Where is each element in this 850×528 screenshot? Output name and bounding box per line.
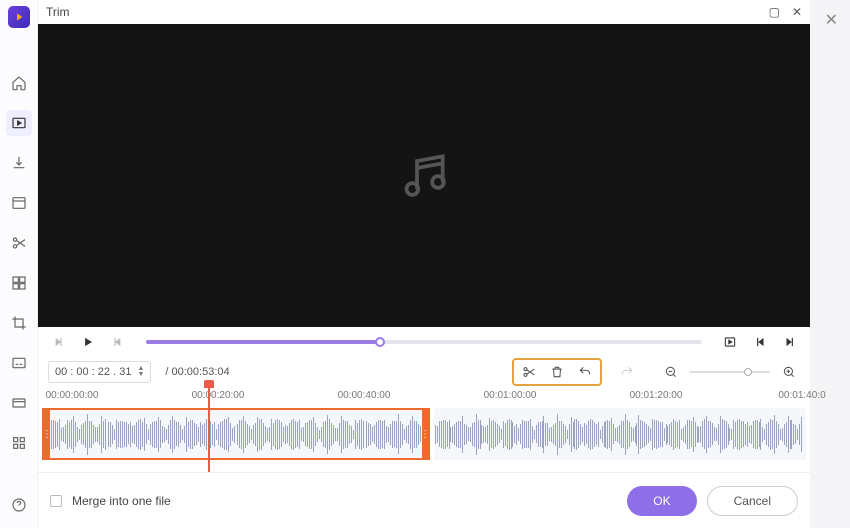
music-note-icon: [396, 147, 452, 203]
window-maximize-icon[interactable]: ▢: [769, 5, 780, 19]
duration-label: / 00:00:53:04: [165, 366, 229, 378]
ruler-tick: 00:01:00:00: [484, 390, 537, 401]
sidebar-subtitle-icon[interactable]: [6, 350, 32, 376]
current-time-value: 00 : 00 : 22 . 31: [55, 366, 131, 378]
play-button[interactable]: [78, 332, 98, 352]
cut-button[interactable]: [518, 362, 540, 382]
sidebar-download-icon[interactable]: [6, 150, 32, 176]
dialog-title: Trim: [46, 5, 70, 19]
sidebar-converter-icon[interactable]: [6, 110, 32, 136]
current-time-input[interactable]: 00 : 00 : 22 . 31 ▲▼: [48, 361, 151, 383]
trim-dialog: Trim ▢ ✕: [38, 0, 810, 528]
skip-back-button[interactable]: [750, 332, 770, 352]
sidebar-trim-icon[interactable]: [6, 230, 32, 256]
sidebar-home-icon[interactable]: [6, 70, 32, 96]
time-spinner[interactable]: ▲▼: [137, 366, 144, 378]
timeline[interactable]: [38, 408, 810, 472]
sidebar-effects-icon[interactable]: [6, 390, 32, 416]
playhead[interactable]: [208, 386, 210, 472]
ruler-tick: 00:00:00:00: [46, 390, 99, 401]
sidebar-help-icon[interactable]: [6, 492, 32, 518]
waveform: [44, 410, 428, 458]
redo-button[interactable]: [616, 362, 638, 382]
waveform: [434, 408, 806, 460]
zoom-in-button[interactable]: [778, 362, 800, 382]
goto-out-button[interactable]: [720, 332, 740, 352]
segment-selected[interactable]: [42, 408, 430, 460]
skip-forward-button[interactable]: [780, 332, 800, 352]
outer-close-icon[interactable]: ✕: [825, 10, 838, 30]
sidebar-toolbox-icon[interactable]: [6, 430, 32, 456]
sidebar-merge-icon[interactable]: [6, 270, 32, 296]
progress-slider[interactable]: [146, 340, 702, 344]
window-close-icon[interactable]: ✕: [792, 5, 802, 19]
ruler-tick: 00:01:20:00: [630, 390, 683, 401]
app-sidebar: [0, 0, 38, 528]
time-toolbar: 00 : 00 : 22 . 31 ▲▼ / 00:00:53:04: [38, 357, 810, 387]
sidebar-crop-icon[interactable]: [6, 310, 32, 336]
ruler-tick: 00:00:20:00: [192, 390, 245, 401]
delete-button[interactable]: [546, 362, 568, 382]
zoom-out-button[interactable]: [660, 362, 682, 382]
dialog-titlebar: Trim ▢ ✕: [38, 0, 810, 24]
app-logo: [8, 6, 30, 28]
ok-button[interactable]: OK: [627, 486, 696, 516]
timeline-ruler: 00:00:00:00 00:00:20:00 00:00:40:00 00:0…: [38, 387, 810, 409]
sidebar-compress-icon[interactable]: [6, 190, 32, 216]
next-frame-button[interactable]: [108, 332, 128, 352]
merge-checkbox[interactable]: [50, 495, 62, 507]
ruler-tick: 00:01:40:0: [778, 390, 825, 401]
undo-button[interactable]: [574, 362, 596, 382]
edit-tool-group: [512, 358, 602, 386]
dialog-footer: Merge into one file OK Cancel: [38, 472, 810, 528]
ruler-tick: 00:00:40:00: [338, 390, 391, 401]
transport-bar: [38, 327, 810, 357]
merge-label: Merge into one file: [72, 494, 171, 508]
segment-unselected[interactable]: [434, 408, 806, 460]
cancel-button[interactable]: Cancel: [707, 486, 798, 516]
preview-area: [38, 24, 810, 327]
prev-frame-button[interactable]: [48, 332, 68, 352]
trim-handle-left[interactable]: [44, 410, 50, 458]
trim-handle-right[interactable]: [422, 410, 428, 458]
zoom-slider[interactable]: [690, 371, 770, 373]
